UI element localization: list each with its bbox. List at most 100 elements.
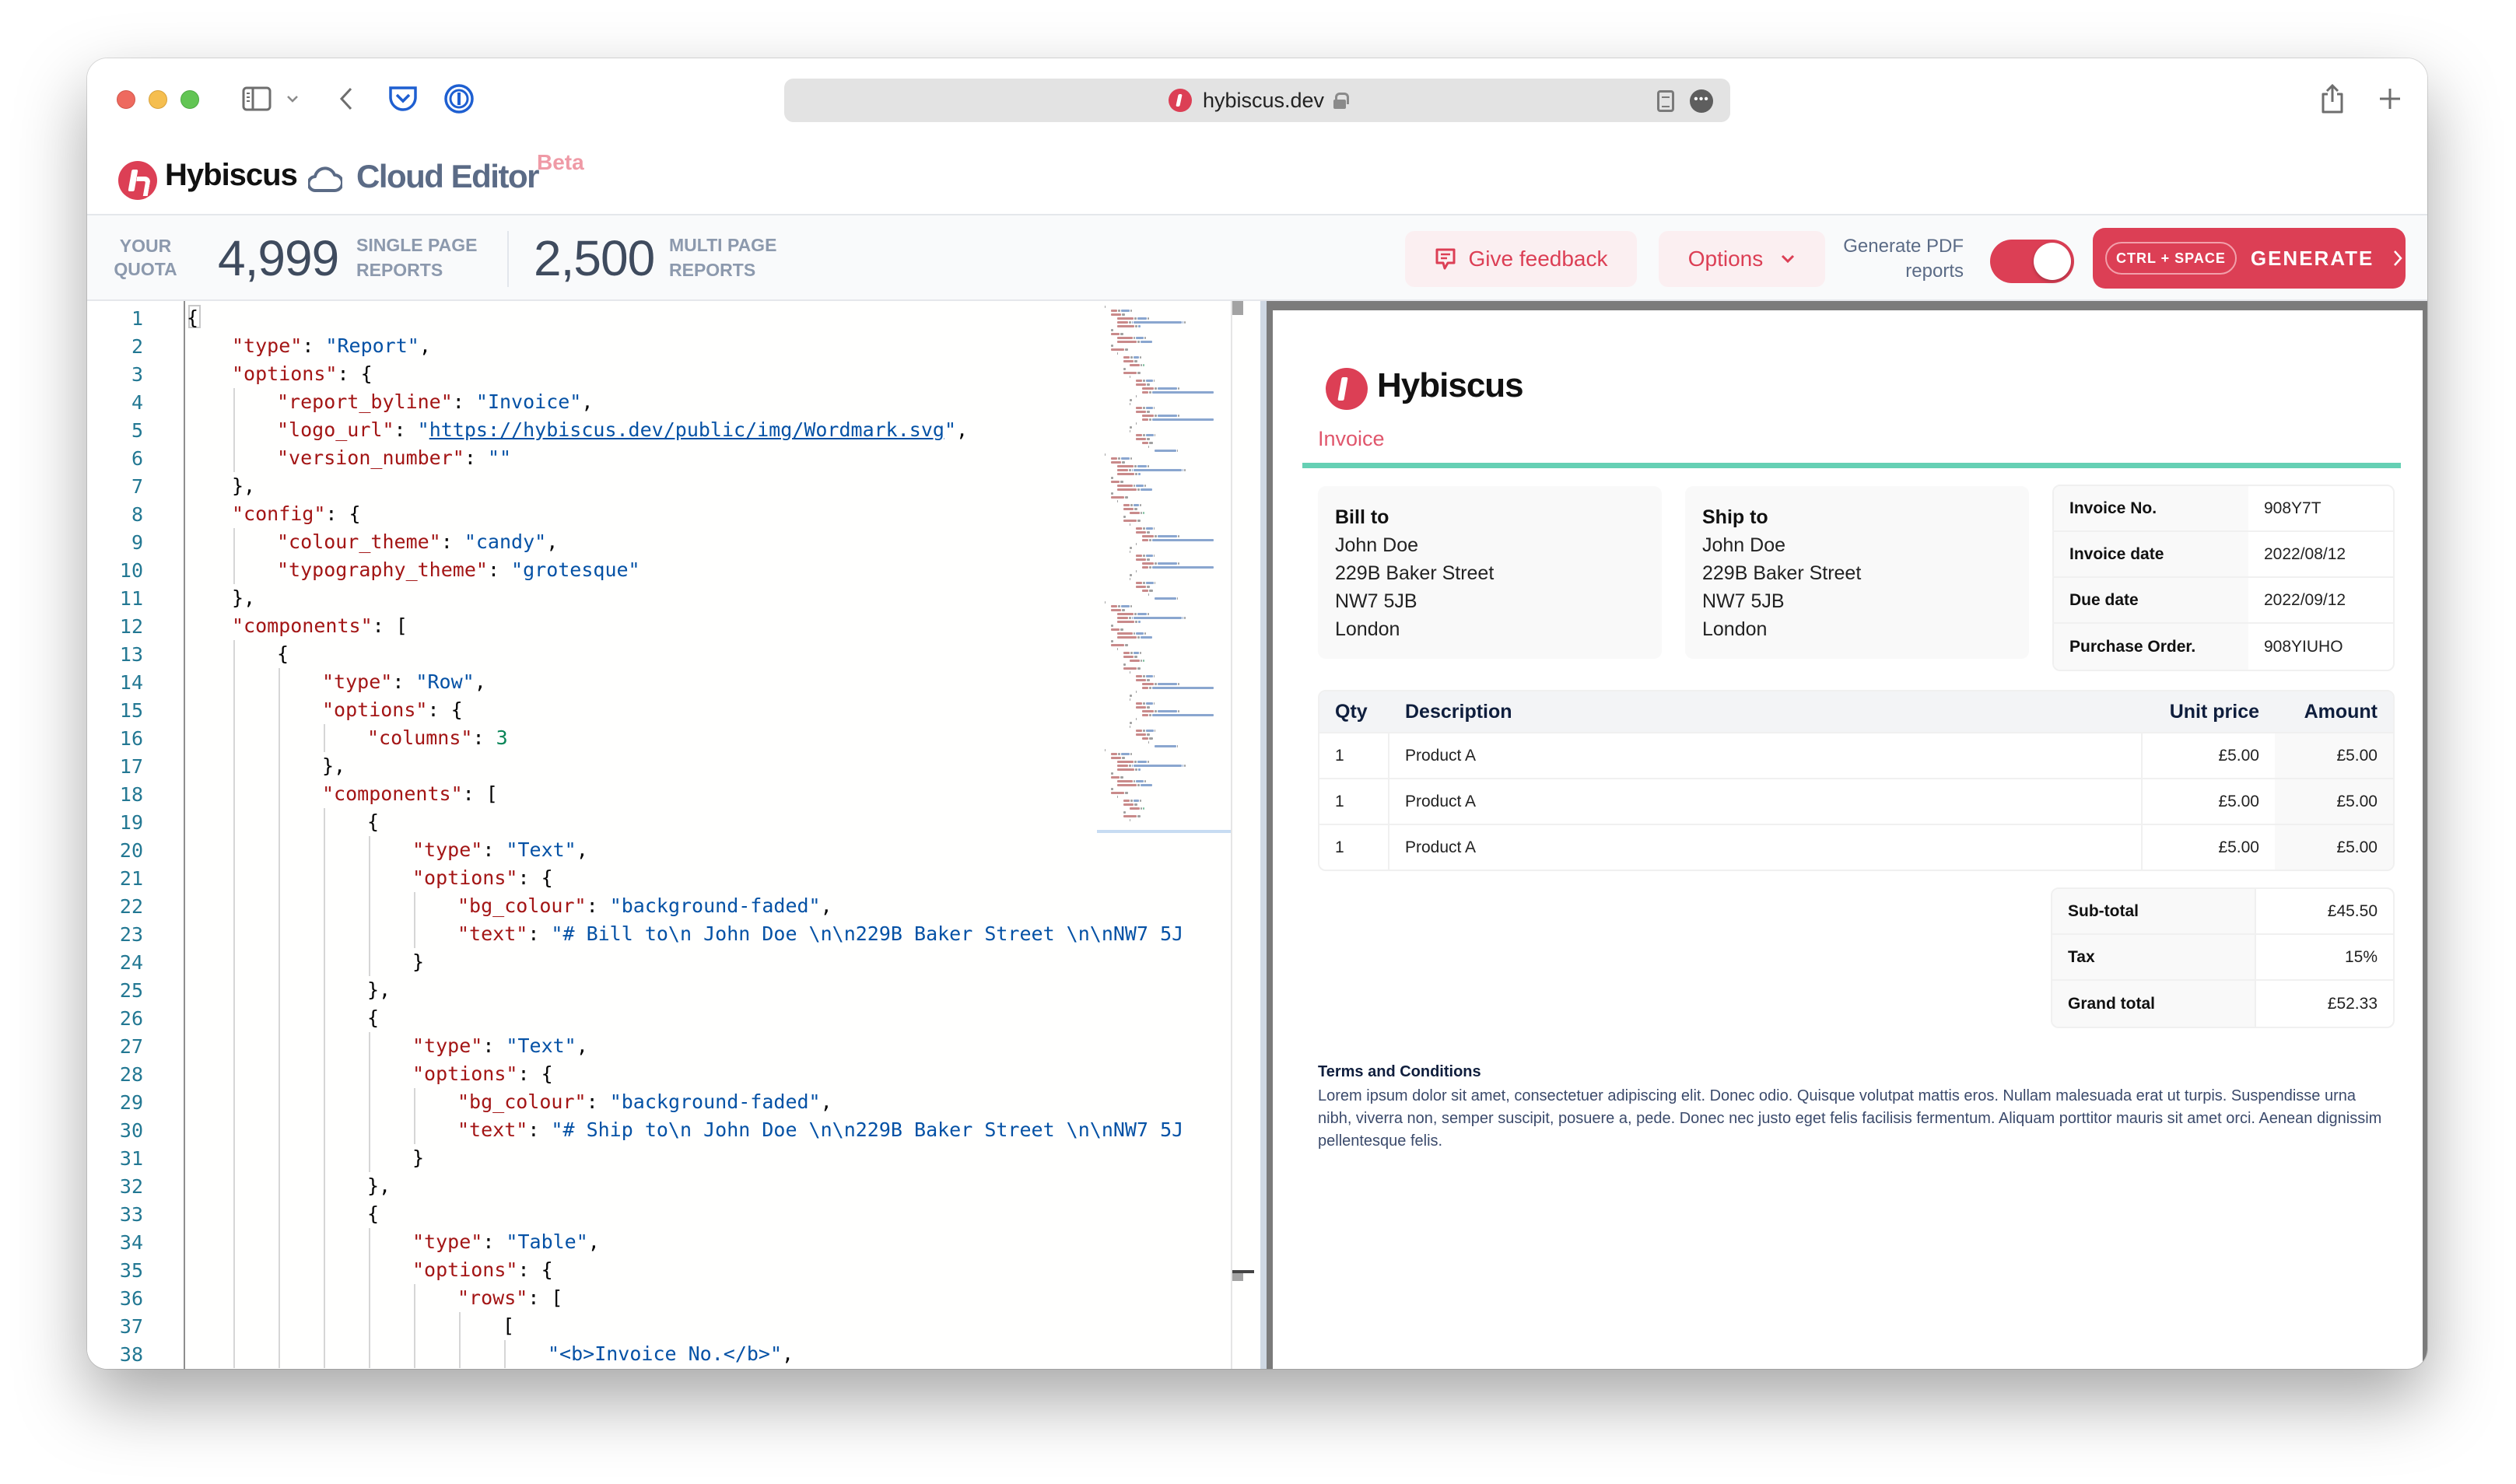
code-line[interactable]: "rows": [ [457,1284,562,1312]
cell-amount: £5.00 [2275,733,2393,778]
password-manager-icon[interactable] [442,82,476,116]
code-line[interactable]: "text": "# Ship to\n John Doe \n\n229B B… [457,1116,1183,1144]
code-line[interactable]: "options": { [232,360,373,388]
code-link[interactable]: https://hybiscus.dev/public/img/Wordmark… [429,418,944,441]
minimap-line [1111,628,1120,631]
code-line[interactable]: "options": { [412,864,553,892]
bill-to-line: NW7 5JB [1335,590,1417,612]
code-line[interactable]: "report_byline": "Invoice", [277,388,593,416]
code-token: "type" [412,1034,483,1057]
code-line[interactable]: "type": "Report", [232,332,431,360]
code-line[interactable]: "options": { [412,1060,553,1088]
single-page-label-line-2: REPORTS [356,260,443,280]
indent-guide [233,1284,235,1312]
back-icon[interactable] [335,82,358,116]
zoom-window-button[interactable] [180,90,199,109]
generate-pdf-toggle[interactable] [1990,240,2074,283]
share-icon[interactable] [2317,82,2348,116]
minimap-line [1130,310,1132,312]
options-dropdown[interactable]: Options [1659,231,1825,287]
code-line[interactable]: { [367,808,379,836]
code-token: "bg_colour" [457,894,587,917]
minimap-viewport[interactable] [1097,830,1231,833]
minimap-line [1136,407,1143,409]
code-line[interactable]: "<b>Invoice No.</b>", [548,1340,794,1368]
code-line[interactable]: { [367,1004,379,1032]
minimap-line [1143,660,1144,662]
minimap-line [1136,543,1137,545]
generate-button[interactable]: CTRL + SPACE GENERATE [2093,228,2406,289]
hybiscus-logo-icon[interactable] [118,161,157,200]
pdf-preview-pane[interactable]: Hybiscus Invoice Bill to John Doe 229B B… [1260,301,2427,1369]
code-line[interactable]: } [412,1144,424,1172]
code-line[interactable]: "version_number": "" [277,444,511,472]
code-minimap[interactable] [1097,301,1231,838]
code-line[interactable]: "logo_url": "https://hybiscus.dev/public… [277,416,968,444]
minimap-line [1140,652,1141,654]
code-line[interactable]: }, [322,752,345,780]
code-line[interactable]: [ [503,1312,514,1340]
code-line[interactable]: { [277,640,289,668]
code-token: "grotesque" [511,558,640,581]
chevron-down-icon[interactable] [283,82,302,116]
json-code-editor[interactable]: 1 2 3 4 5 6 7 8 9 10 11 12 13 14 15 16 17 18 19 20 21 22 23 24 2… [87,301,1270,1369]
indent-guide [504,1340,506,1368]
close-window-button[interactable] [117,90,135,109]
new-tab-icon[interactable] [2374,82,2406,116]
minimap-line [1130,426,1132,429]
code-line[interactable]: "type": "Text", [412,836,588,864]
minimap-line [1134,652,1140,654]
code-line[interactable]: "bg_colour": "background-faded", [457,892,832,920]
code-text-area[interactable]: {"type": "Report", "options": {"report_by… [187,301,1183,1369]
code-token: "Table" [506,1230,588,1253]
line-number: 2 [131,335,143,358]
minimap-line [1111,792,1124,794]
code-line[interactable]: "type": "Row", [322,668,486,696]
minimap-line [1146,407,1153,409]
line-number: 28 [119,1063,143,1086]
minimap-line [1123,656,1134,658]
code-line[interactable]: "type": "Table", [412,1228,600,1256]
give-feedback-button[interactable]: Give feedback [1405,231,1637,287]
minimap-line [1120,776,1124,779]
scrollbar-thumb[interactable] [1232,301,1243,315]
code-line[interactable]: }, [367,976,391,1004]
indent-guide [459,1340,461,1368]
pocket-icon[interactable] [386,82,420,116]
code-line[interactable]: }, [232,584,255,612]
minimap-line [1111,625,1113,627]
code-line[interactable]: "components": [ [232,612,408,640]
minimap-line [1146,411,1150,413]
code-line[interactable]: "colour_theme": "candy", [277,528,558,556]
minimap-line [1118,605,1121,607]
brand-name[interactable]: Hybiscus [165,158,298,193]
address-bar[interactable]: hybiscus.dev ••• [784,79,1730,122]
minimap-line [1149,737,1153,740]
code-line[interactable]: { [187,304,198,332]
minimap-line [1142,737,1149,740]
code-line[interactable]: } [412,948,424,976]
generate-pdf-label: Generate PDF reports [1824,234,1964,284]
code-line[interactable]: }, [232,472,255,500]
code-line[interactable]: "components": [ [322,780,498,808]
code-line[interactable]: { [367,1200,379,1228]
minimap-line [1136,337,1144,339]
code-line[interactable]: "columns": 3 [367,724,508,752]
minimap-line [1120,333,1124,335]
code-line[interactable]: "bg_colour": "background-faded", [457,1088,832,1116]
minimize-window-button[interactable] [149,90,167,109]
totals-value: £45.50 [2327,901,2378,920]
line-number: 31 [119,1147,143,1170]
minimap-line [1140,504,1141,506]
sidebar-icon[interactable] [240,82,274,116]
code-line[interactable]: "options": { [412,1256,553,1284]
code-line[interactable]: }, [367,1172,391,1200]
more-icon[interactable]: ••• [1690,89,1713,113]
code-line[interactable]: "type": "Text", [412,1032,588,1060]
code-line[interactable]: "config": { [232,500,361,528]
minimap-line [1117,485,1133,487]
code-line[interactable]: "text": "# Bill to\n John Doe \n\n229B B… [457,920,1183,948]
code-line[interactable]: "typography_theme": "grotesque" [277,556,640,584]
code-line[interactable]: "options": { [322,696,463,724]
reader-icon[interactable] [1657,90,1674,112]
